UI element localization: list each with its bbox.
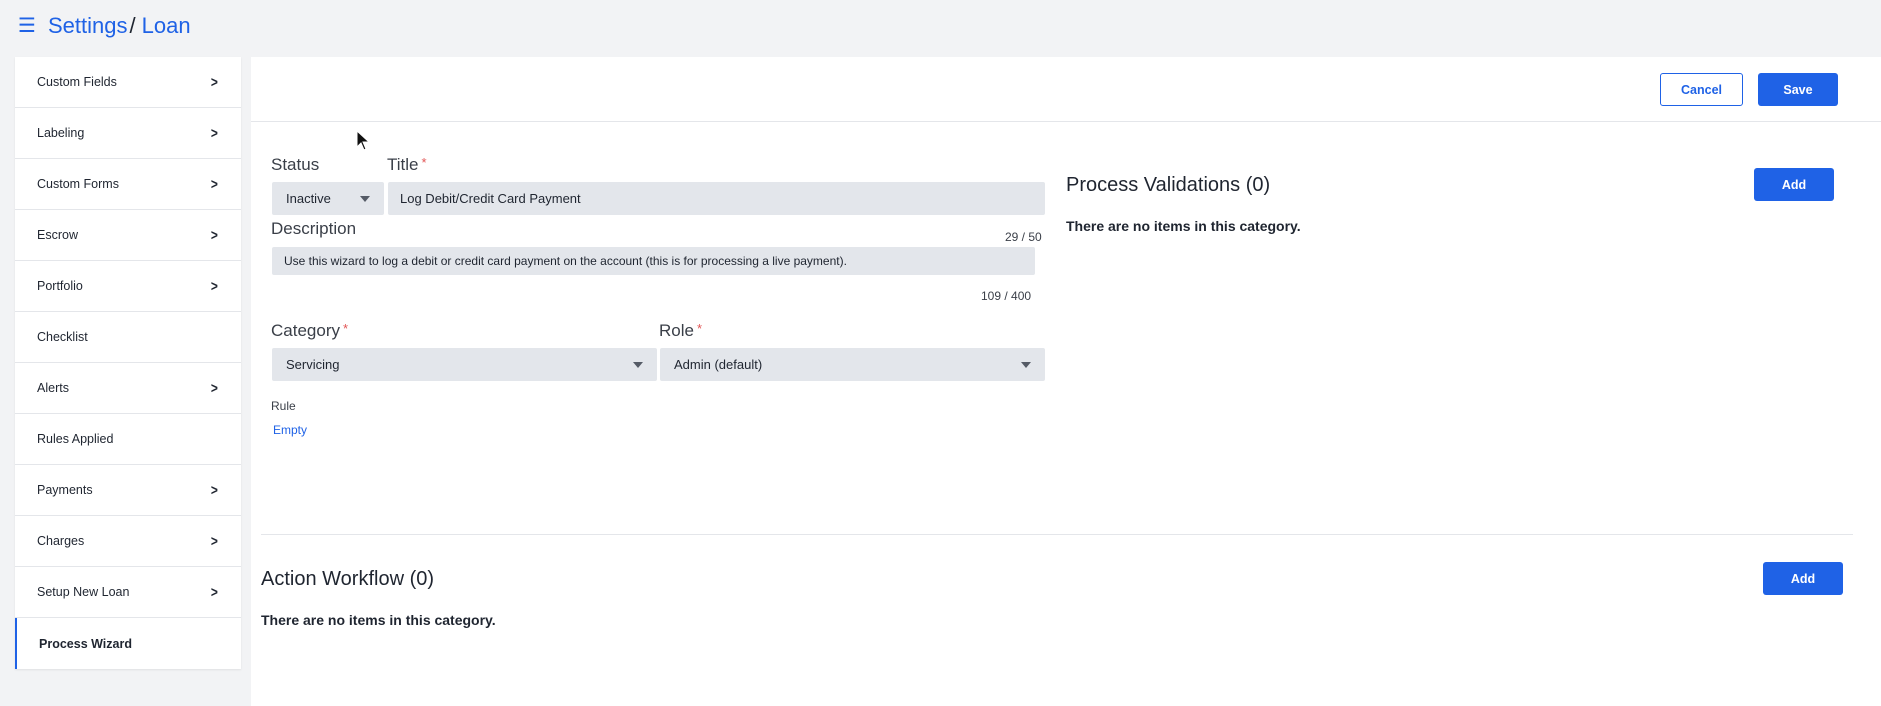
section-divider: [261, 534, 1853, 535]
sidebar-item-process-wizard[interactable]: Process Wizard: [15, 618, 241, 669]
category-label: Category *: [271, 321, 348, 341]
sidebar-item-label: Checklist: [37, 330, 88, 344]
chevron-right-icon: >: [211, 226, 219, 244]
title-label-text: Title: [387, 155, 419, 174]
sidebar-item-checklist[interactable]: Checklist: [15, 312, 241, 363]
status-select[interactable]: Inactive: [272, 182, 384, 215]
title-char-counter: 29 / 50: [1005, 230, 1042, 244]
chevron-right-icon: >: [211, 277, 219, 295]
role-label: Role *: [659, 321, 702, 341]
required-mark: *: [696, 321, 703, 336]
hamburger-menu-icon[interactable]: ☰: [18, 16, 38, 36]
rule-label: Rule: [271, 399, 296, 413]
title-input[interactable]: Log Debit/Credit Card Payment: [388, 182, 1045, 215]
breadcrumb-loan[interactable]: Loan: [142, 13, 191, 39]
caret-down-icon: [1021, 361, 1031, 368]
sidebar-item-alerts[interactable]: Alerts >: [15, 363, 241, 414]
sidebar-item-label: Portfolio: [37, 279, 83, 293]
required-mark: *: [421, 155, 427, 170]
title-label: Title *: [387, 155, 427, 175]
required-mark: *: [342, 321, 349, 336]
mouse-cursor-icon: [356, 130, 371, 151]
breadcrumb-settings[interactable]: Settings: [48, 13, 128, 39]
category-value: Servicing: [286, 357, 340, 372]
sidebar-item-label: Escrow: [37, 228, 78, 242]
sidebar-item-labeling[interactable]: Labeling >: [15, 108, 241, 159]
sidebar-item-label: Payments: [37, 483, 93, 497]
description-label: Description: [271, 219, 357, 238]
chevron-right-icon: >: [211, 175, 219, 193]
action-workflow-empty-message: There are no items in this category.: [261, 612, 496, 628]
sidebar-item-escrow[interactable]: Escrow >: [15, 210, 241, 261]
sidebar-item-label: Rules Applied: [37, 432, 114, 446]
sidebar-item-label: Charges: [37, 534, 85, 548]
role-select[interactable]: Admin (default): [660, 348, 1045, 381]
rule-empty-link[interactable]: Empty: [273, 423, 307, 437]
save-button[interactable]: Save: [1758, 73, 1838, 106]
process-validations-title: Process Validations (0): [1066, 174, 1271, 196]
chevron-right-icon: >: [211, 124, 219, 142]
chevron-right-icon: >: [211, 583, 219, 601]
sidebar-item-rules-applied[interactable]: Rules Applied: [15, 414, 241, 465]
sidebar-item-custom-fields[interactable]: Custom Fields >: [15, 57, 241, 108]
sidebar-item-label: Alerts: [37, 381, 69, 395]
category-select[interactable]: Servicing: [272, 348, 657, 381]
breadcrumb-separator: /: [129, 13, 136, 38]
add-process-validation-button[interactable]: Add: [1754, 168, 1834, 201]
chevron-right-icon: >: [211, 481, 219, 499]
caret-down-icon: [360, 195, 370, 202]
sidebar-item-custom-forms[interactable]: Custom Forms >: [15, 159, 241, 210]
settings-sidebar: Custom Fields > Labeling > Custom Forms …: [15, 57, 241, 669]
action-header: Cancel Save: [251, 57, 1881, 122]
action-workflow-title: Action Workflow (0): [261, 568, 435, 590]
sidebar-item-setup-new-loan[interactable]: Setup New Loan >: [15, 567, 241, 618]
sidebar-item-payments[interactable]: Payments >: [15, 465, 241, 516]
top-bar: ☰ Settings / Loan: [0, 0, 1881, 52]
sidebar-item-label: Process Wizard: [39, 636, 132, 651]
main-panel: Cancel Save Status Inactive Title * Log D…: [251, 57, 1881, 706]
title-value: Log Debit/Credit Card Payment: [400, 191, 581, 206]
sidebar-item-label: Setup New Loan: [37, 585, 130, 599]
chevron-right-icon: >: [211, 73, 219, 91]
description-textarea[interactable]: Use this wizard to log a debit or credit…: [272, 247, 1035, 275]
chevron-right-icon: >: [211, 532, 219, 550]
role-label-text: Role: [659, 321, 694, 340]
sidebar-item-label: Custom Forms: [37, 177, 119, 191]
add-action-workflow-button[interactable]: Add: [1763, 562, 1843, 595]
status-value: Inactive: [286, 191, 331, 206]
sidebar-item-label: Labeling: [37, 126, 85, 140]
caret-down-icon: [633, 361, 643, 368]
process-validations-empty-message: There are no items in this category.: [1066, 218, 1301, 234]
category-label-text: Category: [271, 321, 340, 340]
status-label: Status: [271, 155, 320, 174]
cancel-button[interactable]: Cancel: [1660, 73, 1743, 106]
sidebar-item-charges[interactable]: Charges >: [15, 516, 241, 567]
description-char-counter: 109 / 400: [981, 289, 1032, 303]
role-value: Admin (default): [674, 357, 763, 372]
sidebar-item-label: Custom Fields: [37, 75, 117, 89]
chevron-right-icon: >: [211, 379, 219, 397]
description-value: Use this wizard to log a debit or credit…: [284, 254, 847, 268]
sidebar-item-portfolio[interactable]: Portfolio >: [15, 261, 241, 312]
